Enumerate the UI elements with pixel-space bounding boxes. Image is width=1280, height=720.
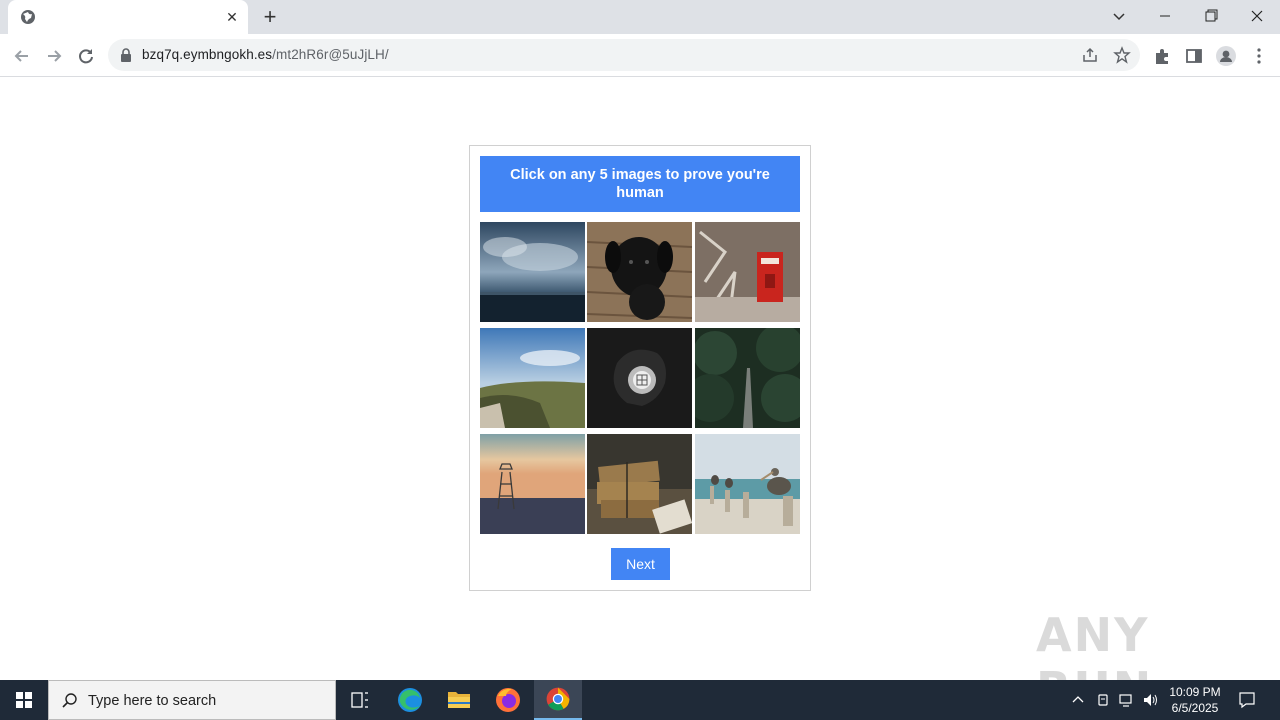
search-icon bbox=[62, 693, 77, 708]
extensions-icon[interactable] bbox=[1152, 46, 1172, 66]
system-clock[interactable]: 10:09 PM 6/5/2025 bbox=[1166, 684, 1224, 716]
new-tab-button[interactable]: + bbox=[260, 6, 280, 28]
share-icon[interactable] bbox=[1081, 46, 1099, 64]
lock-icon[interactable] bbox=[120, 48, 132, 62]
captcha-title: Click on any 5 images to prove you're hu… bbox=[480, 156, 800, 212]
black-dog-image[interactable] bbox=[587, 222, 692, 322]
menu-kebab-icon[interactable] bbox=[1249, 46, 1269, 66]
edge-icon[interactable] bbox=[386, 680, 434, 720]
red-mailbox-image[interactable] bbox=[695, 222, 800, 322]
tray-device-icon[interactable] bbox=[1095, 692, 1111, 708]
firefox-icon[interactable] bbox=[484, 680, 532, 720]
notification-icon[interactable] bbox=[1237, 690, 1257, 710]
side-panel-icon[interactable] bbox=[1184, 46, 1204, 66]
captcha-box: Click on any 5 images to prove you're hu… bbox=[469, 145, 811, 591]
url-path: /mt2hR6r@5uJjLH/ bbox=[272, 47, 389, 62]
reload-icon[interactable] bbox=[75, 45, 97, 67]
windows-taskbar: Type here to search 10:09 PM 6/5/2025 bbox=[0, 680, 1280, 720]
browser-tab[interactable]: ✕ bbox=[8, 0, 248, 34]
close-window-icon[interactable] bbox=[1242, 4, 1272, 28]
globe-icon bbox=[21, 10, 35, 24]
search-placeholder: Type here to search bbox=[88, 693, 217, 709]
minimize-icon[interactable] bbox=[1150, 4, 1180, 28]
clock-time: 10:09 PM bbox=[1169, 685, 1221, 699]
volume-icon[interactable] bbox=[1142, 692, 1158, 708]
back-icon[interactable] bbox=[11, 45, 33, 67]
address-bar[interactable]: bzq7q.eymbngokh.es/mt2hR6r@5uJjLH/ bbox=[108, 39, 1140, 71]
clock-date: 6/5/2025 bbox=[1171, 701, 1219, 715]
url-text[interactable]: bzq7q.eymbngokh.es/mt2hR6r@5uJjLH/ bbox=[142, 47, 389, 62]
speaker-image[interactable] bbox=[587, 328, 692, 428]
chevron-down-icon[interactable] bbox=[1111, 8, 1127, 24]
browser-toolbar: bzq7q.eymbngokh.es/mt2hR6r@5uJjLH/ bbox=[0, 34, 1280, 77]
profile-avatar-icon[interactable] bbox=[1216, 46, 1236, 66]
taskbar-search-box[interactable]: Type here to search bbox=[48, 680, 336, 720]
url-host: bzq7q.eymbngokh.es bbox=[142, 47, 273, 62]
hillside-sky-image[interactable] bbox=[480, 328, 585, 428]
chevron-up-icon[interactable] bbox=[1070, 692, 1086, 708]
forest-road-image[interactable] bbox=[695, 328, 800, 428]
parcels-image[interactable] bbox=[587, 434, 692, 534]
chrome-icon[interactable] bbox=[534, 680, 582, 720]
tab-strip: ✕ + bbox=[0, 0, 1280, 34]
task-view-icon[interactable] bbox=[336, 680, 384, 720]
pelicans-pier-image[interactable] bbox=[695, 434, 800, 534]
lifeguard-tower-image[interactable] bbox=[480, 434, 585, 534]
file-explorer-icon[interactable] bbox=[435, 680, 483, 720]
bookmark-star-icon[interactable] bbox=[1113, 46, 1131, 64]
windows-start-icon[interactable] bbox=[0, 680, 48, 720]
forward-icon[interactable] bbox=[43, 45, 65, 67]
restore-icon[interactable] bbox=[1196, 4, 1226, 28]
stormy-sea-image[interactable] bbox=[480, 222, 585, 322]
next-button[interactable]: Next bbox=[611, 548, 670, 580]
tab-close-icon[interactable]: ✕ bbox=[224, 9, 240, 25]
network-icon[interactable] bbox=[1118, 692, 1134, 708]
page-content: Click on any 5 images to prove you're hu… bbox=[0, 78, 1280, 716]
